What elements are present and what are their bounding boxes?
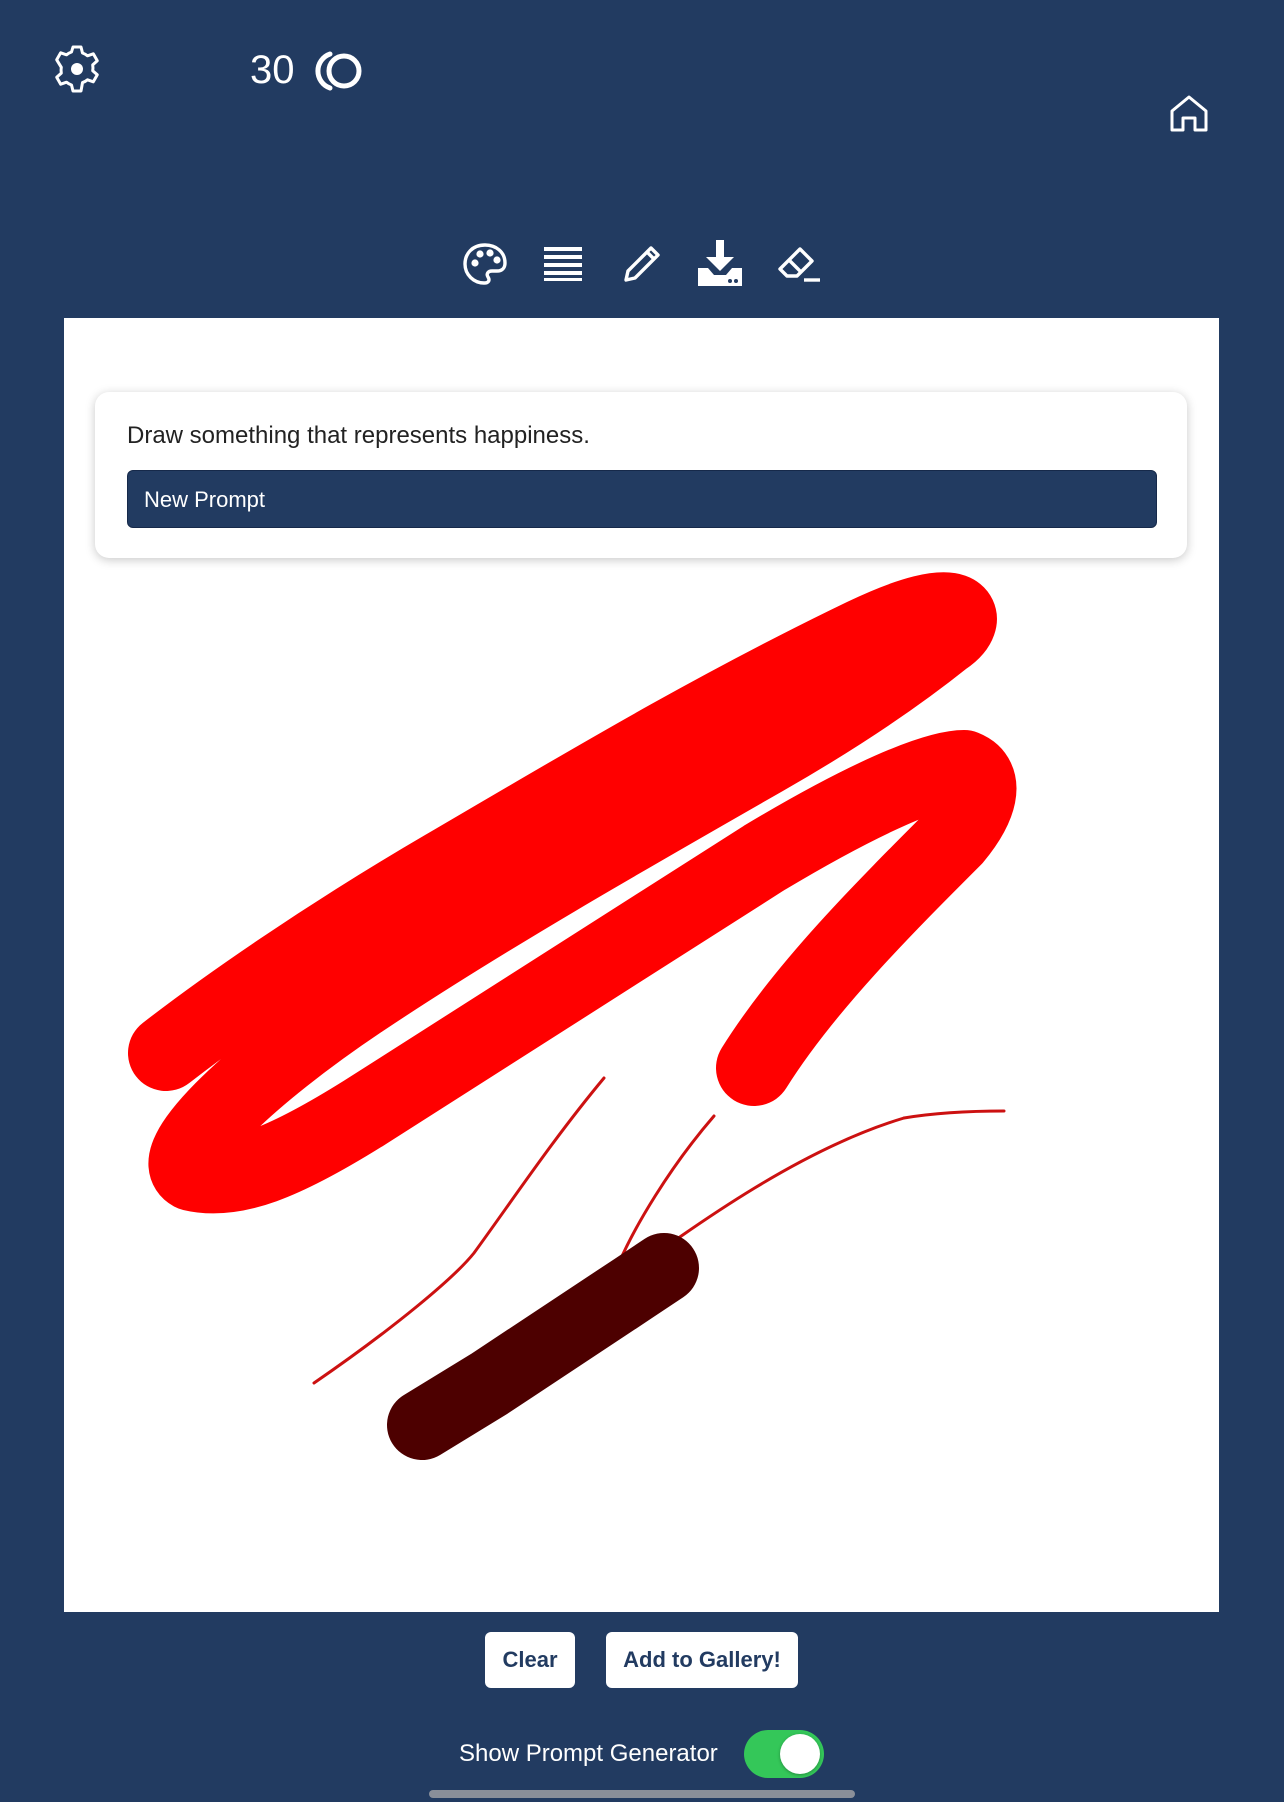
home-icon xyxy=(1170,95,1208,132)
home-button[interactable] xyxy=(1168,92,1210,134)
line-width-button[interactable] xyxy=(542,244,584,282)
prompt-generator-toggle[interactable] xyxy=(744,1730,824,1778)
pencil-button[interactable] xyxy=(620,242,664,286)
eraser-button[interactable] xyxy=(776,244,822,284)
red-scribble-stroke xyxy=(128,572,1017,1214)
eraser-icon xyxy=(778,247,820,282)
dark-red-stroke xyxy=(387,1233,699,1460)
download-icon xyxy=(698,240,742,286)
home-indicator-bar[interactable] xyxy=(429,1790,855,1798)
thin-stroke-4 xyxy=(902,1109,1006,1120)
clear-button[interactable]: Clear xyxy=(485,1632,575,1688)
line-width-icon xyxy=(544,247,582,281)
toggle-knob xyxy=(780,1734,820,1774)
pencil-icon xyxy=(624,246,660,282)
settings-button[interactable] xyxy=(52,44,102,94)
timer-value: 30 xyxy=(250,48,295,92)
drawing-canvas[interactable]: Draw something that represents happiness… xyxy=(64,318,1219,1612)
timer-icon-button[interactable] xyxy=(314,48,368,94)
new-prompt-button[interactable]: New Prompt xyxy=(127,470,1157,528)
timer-ring-icon xyxy=(315,51,362,91)
download-button[interactable] xyxy=(696,238,744,288)
prompt-generator-label: Show Prompt Generator xyxy=(459,1740,718,1767)
prompt-text: Draw something that represents happiness… xyxy=(127,422,590,449)
palette-icon xyxy=(463,243,507,285)
prompt-card: Draw something that represents happiness… xyxy=(95,392,1187,558)
gear-icon xyxy=(55,45,99,93)
add-to-gallery-button[interactable]: Add to Gallery! xyxy=(606,1632,798,1688)
palette-button[interactable] xyxy=(462,242,508,286)
